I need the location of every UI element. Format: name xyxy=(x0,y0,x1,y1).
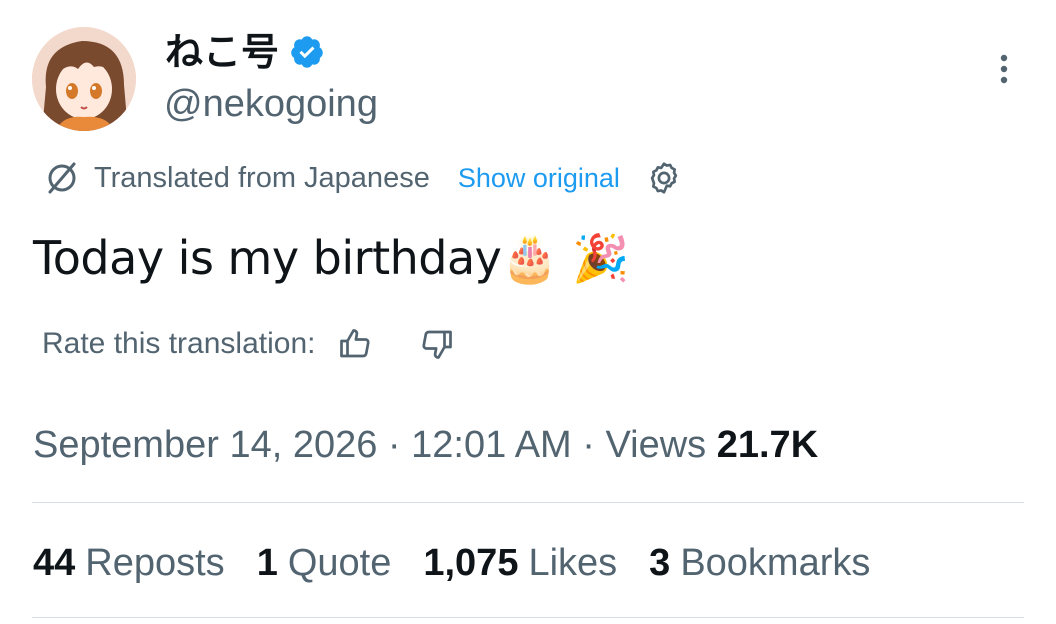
show-original-link[interactable]: Show original xyxy=(458,163,620,194)
translation-bar: Translated from Japanese Show original xyxy=(44,156,682,200)
more-options-icon[interactable] xyxy=(990,52,1018,88)
author-handle[interactable]: @nekogoing xyxy=(164,78,378,130)
views-count: 21.7K xyxy=(716,424,819,466)
avatar-image xyxy=(32,27,136,131)
display-name[interactable]: ねこ号 xyxy=(165,26,279,78)
meta-separator: · xyxy=(571,424,606,466)
author-display-name-row[interactable]: ねこ号 xyxy=(165,26,325,78)
likes-count: 1,075 xyxy=(423,542,519,584)
meta-separator: · xyxy=(377,424,412,466)
quotes-count: 1 xyxy=(256,542,278,584)
verified-badge-icon[interactable] xyxy=(289,34,325,70)
bookmarks-count: 3 xyxy=(649,542,671,584)
reposts-stat[interactable]: 44 Reposts xyxy=(33,538,225,588)
views-label: Views xyxy=(605,424,707,466)
tweet-date[interactable]: September 14, 2026 xyxy=(33,424,377,466)
thumbs-up-icon[interactable] xyxy=(337,326,373,362)
reposts-label: Reposts xyxy=(85,542,225,584)
rate-translation-label: Rate this translation: xyxy=(42,327,316,360)
bookmarks-label: Bookmarks xyxy=(680,542,871,584)
thumbs-down-icon[interactable] xyxy=(419,326,455,362)
reposts-count: 44 xyxy=(33,542,76,584)
likes-stat[interactable]: 1,075 Likes xyxy=(423,538,617,588)
quotes-stat[interactable]: 1 Quote xyxy=(257,538,392,588)
bookmarks-stat[interactable]: 3 Bookmarks xyxy=(649,538,870,588)
tweet-meta: September 14, 2026 · 12:01 AM · Views 21… xyxy=(33,420,818,470)
quotes-label: Quote xyxy=(287,542,392,584)
divider xyxy=(32,502,1024,503)
tweet-text: Today is my birthday🎂 🎉 xyxy=(33,231,630,285)
tweet-time[interactable]: 12:01 AM xyxy=(411,424,572,466)
gear-icon[interactable] xyxy=(646,160,682,196)
translate-icon xyxy=(48,162,76,194)
likes-label: Likes xyxy=(528,542,618,584)
divider xyxy=(32,617,1024,618)
avatar[interactable] xyxy=(32,27,136,131)
engagement-stats: 44 Reposts 1 Quote 1,075 Likes 3 Bookmarks xyxy=(33,538,902,588)
translated-from-label: Translated from Japanese xyxy=(94,161,430,194)
rate-translation-row: Rate this translation: xyxy=(42,322,455,366)
